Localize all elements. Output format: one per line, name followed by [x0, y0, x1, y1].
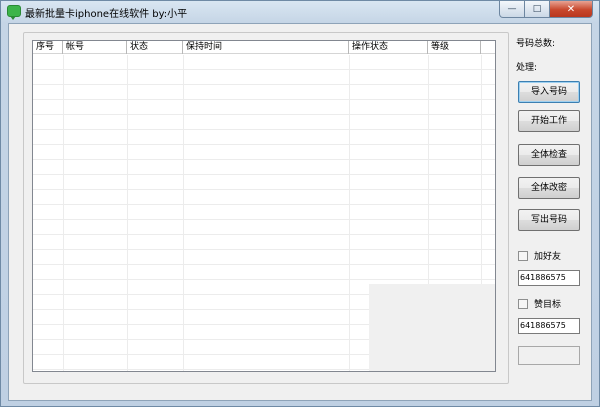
minimize-button[interactable]: —: [499, 1, 525, 18]
like-target-label: 赞目标: [534, 300, 562, 310]
column-gridline: [63, 55, 64, 371]
import-numbers-button[interactable]: 导入号码: [518, 81, 580, 103]
column-gridline: [349, 55, 350, 371]
empty-panel: [369, 284, 495, 371]
column-header-account[interactable]: 帐号: [63, 41, 127, 54]
start-work-button[interactable]: 开始工作: [518, 110, 580, 132]
like-target-input[interactable]: 641886575: [518, 318, 580, 334]
column-gridline: [127, 55, 128, 371]
list-header: 序号 帐号 状态 保持时间 操作状态 等级: [33, 41, 495, 54]
column-header-keep-time[interactable]: 保持时间: [183, 41, 349, 54]
maximize-button[interactable]: □: [525, 1, 550, 18]
like-target-checkbox[interactable]: [518, 298, 528, 309]
total-count-label: 号码总数:: [516, 39, 556, 49]
window-title: 最新批量卡iphone在线软件 by:小平: [25, 9, 188, 20]
column-header-status[interactable]: 状态: [127, 41, 183, 54]
add-friend-checkbox[interactable]: [518, 250, 528, 261]
status-box: [518, 346, 580, 365]
like-target-option[interactable]: 赞目标: [518, 297, 561, 310]
close-button[interactable]: ✕: [550, 1, 593, 18]
window-controls: — □ ✕: [499, 1, 593, 18]
app-window: 最新批量卡iphone在线软件 by:小平 — □ ✕ 序号 帐号 状态 保持时…: [0, 0, 600, 407]
export-numbers-button[interactable]: 写出号码: [518, 209, 580, 231]
account-list[interactable]: 序号 帐号 状态 保持时间 操作状态 等级: [32, 40, 496, 372]
add-friend-input[interactable]: 641886575: [518, 270, 580, 286]
client-area: 序号 帐号 状态 保持时间 操作状态 等级 号码总数: 处理: 导入号码 开始工…: [8, 23, 592, 401]
chat-bubble-icon: [7, 5, 21, 20]
change-password-all-button[interactable]: 全体改密: [518, 177, 580, 199]
title-bar: 最新批量卡iphone在线软件 by:小平 — □ ✕: [1, 1, 599, 23]
add-friend-option[interactable]: 加好友: [518, 249, 561, 262]
processing-label: 处理:: [516, 63, 538, 73]
column-header-operation-status[interactable]: 操作状态: [349, 41, 428, 54]
column-header-index[interactable]: 序号: [33, 41, 63, 54]
column-gridline: [183, 55, 184, 371]
add-friend-label: 加好友: [534, 252, 562, 262]
column-header-level[interactable]: 等级: [428, 41, 481, 54]
check-all-button[interactable]: 全体检查: [518, 144, 580, 166]
